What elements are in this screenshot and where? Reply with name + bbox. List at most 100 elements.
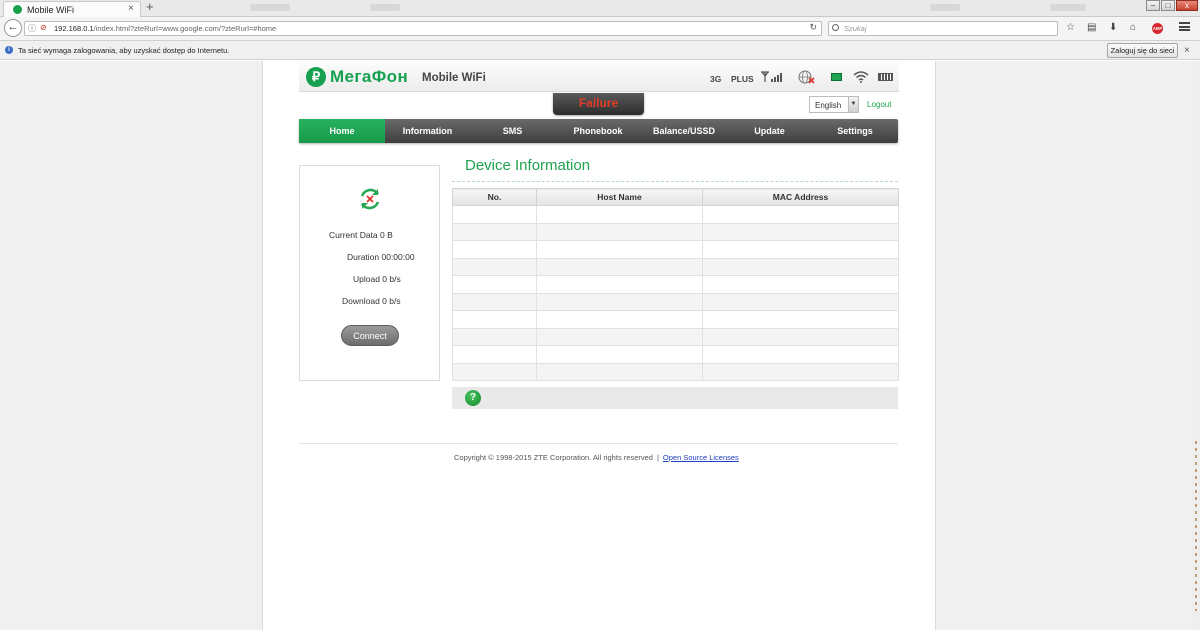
search-input[interactable]: Szukaj	[828, 21, 1058, 36]
no-cell	[452, 257, 537, 276]
url-text[interactable]: 192.168.0.1/index.html?zteRurl=www.googl…	[54, 24, 276, 33]
reload-icon[interactable]: ↻	[809, 22, 817, 33]
no-cell	[452, 240, 537, 259]
mac-address-cell	[702, 345, 899, 364]
brand-logo: МегаФон	[330, 67, 409, 86]
browser-tab[interactable]: Mobile WiFi ×	[3, 1, 141, 17]
current-data-stat: Current Data 0 B	[329, 230, 393, 240]
section-divider	[452, 181, 898, 182]
host-name-cell	[536, 240, 703, 259]
mac-address-cell	[702, 240, 899, 259]
operator-name: PLUS	[731, 74, 754, 84]
blurred-tab[interactable]	[930, 4, 960, 11]
help-icon[interactable]: ?	[465, 390, 481, 406]
upload-stat: Upload 0 b/s	[353, 274, 401, 284]
app-header: ₽ МегаФон Mobile WiFi 3G PLUS	[299, 61, 899, 92]
blurred-tab[interactable]	[1050, 4, 1086, 11]
url-path: /index.html?zteRurl=www.google.com/?zteR…	[93, 24, 277, 33]
table-header-row: No. Host Name MAC Address	[452, 188, 899, 206]
address-bar[interactable]: ⓘ ⊘ 192.168.0.1/index.html?zteRurl=www.g…	[24, 21, 822, 36]
back-button[interactable]: ←	[4, 19, 22, 37]
hamburger-menu-icon[interactable]	[1179, 22, 1190, 31]
bookmarks-list-icon[interactable]: ▤	[1087, 23, 1096, 33]
host-name-cell	[536, 222, 703, 241]
no-cell	[452, 292, 537, 311]
site-info-icon[interactable]: ⓘ	[28, 23, 36, 34]
nav-home[interactable]: Home	[299, 119, 385, 143]
table-row	[452, 205, 899, 224]
maximize-button[interactable]: □	[1161, 0, 1175, 11]
network-type: 3G	[710, 74, 722, 84]
info-icon: i	[5, 46, 13, 54]
notification-text: Ta sieć wymaga zalogowania, aby uzyskać …	[18, 46, 230, 55]
home-icon[interactable]: ⌂	[1130, 23, 1136, 33]
column-header-no: No.	[452, 188, 537, 206]
internet-disconnected-icon	[798, 70, 815, 84]
close-tab-icon[interactable]: ×	[128, 3, 134, 14]
table-row	[452, 327, 899, 346]
mac-address-cell	[702, 292, 899, 311]
host-name-cell	[536, 275, 703, 294]
mac-address-cell	[702, 222, 899, 241]
table-row	[452, 292, 899, 311]
nav-balance-ussd[interactable]: Balance/USSD	[641, 119, 727, 143]
chevron-down-icon[interactable]: ▼	[848, 97, 858, 112]
download-stat: Download 0 b/s	[342, 296, 401, 306]
connect-button[interactable]: Connect	[341, 325, 399, 346]
nav-settings[interactable]: Settings	[812, 119, 898, 143]
browser-toolbar: ← ⓘ ⊘ 192.168.0.1/index.html?zteRurl=www…	[0, 17, 1200, 41]
column-header-mac-address: MAC Address	[702, 188, 899, 206]
mac-address-cell	[702, 362, 899, 381]
no-cell	[452, 310, 537, 329]
bookmark-star-icon[interactable]: ☆	[1066, 23, 1075, 33]
wifi-icon	[853, 71, 869, 83]
table-row	[452, 222, 899, 241]
mac-address-cell	[702, 257, 899, 276]
footer-separator: |	[656, 453, 659, 462]
connection-status-panel: Current Data 0 B Duration 00:00:00 Uploa…	[299, 165, 440, 381]
host-name-cell	[536, 327, 703, 346]
nav-information[interactable]: Information	[385, 119, 470, 143]
no-cell	[452, 205, 537, 224]
new-tab-button[interactable]: +	[146, 0, 154, 14]
nav-update[interactable]: Update	[727, 119, 812, 143]
footer-divider	[299, 443, 898, 444]
nav-phonebook[interactable]: Phonebook	[555, 119, 641, 143]
browser-tab-strip: Mobile WiFi × + – □ x	[0, 0, 1200, 17]
close-window-button[interactable]: x	[1176, 0, 1198, 11]
close-notification-icon[interactable]: ×	[1184, 45, 1190, 56]
no-cell	[452, 345, 537, 364]
nav-sms[interactable]: SMS	[470, 119, 555, 143]
column-header-host-name: Host Name	[536, 188, 703, 206]
table-row	[452, 310, 899, 329]
table-row	[452, 362, 899, 381]
url-host: 192.168.0.1	[54, 24, 94, 33]
language-select[interactable]: English ▼	[809, 96, 859, 113]
host-name-cell	[536, 205, 703, 224]
minimize-button[interactable]: –	[1146, 0, 1160, 11]
adblock-icon[interactable]: ABP	[1152, 23, 1163, 34]
product-name: Mobile WiFi	[422, 72, 486, 84]
downloads-icon[interactable]: ⬇	[1109, 23, 1117, 33]
mac-address-cell	[702, 205, 899, 224]
megafon-logo-icon: ₽	[306, 67, 326, 87]
no-cell	[452, 222, 537, 241]
blurred-tab[interactable]	[250, 4, 290, 11]
main-navigation: Home Information SMS Phonebook Balance/U…	[299, 119, 898, 143]
table-row	[452, 240, 899, 259]
logout-link[interactable]: Logout	[867, 100, 891, 109]
help-bar: ?	[452, 387, 898, 409]
blurred-tab[interactable]	[370, 4, 400, 11]
mac-address-cell	[702, 327, 899, 346]
no-cell	[452, 362, 537, 381]
scrollbar-strip[interactable]	[1192, 61, 1200, 630]
window-controls: – □ x	[1145, 0, 1198, 11]
megafon-favicon-icon	[13, 5, 22, 14]
footer: Copyright © 1998-2015 ZTE Corporation. A…	[454, 453, 739, 462]
mac-address-cell	[702, 310, 899, 329]
insecure-connection-icon[interactable]: ⊘	[40, 23, 47, 32]
host-name-cell	[536, 345, 703, 364]
open-source-licenses-link[interactable]: Open Source Licenses	[663, 453, 739, 462]
device-table-body	[452, 205, 899, 381]
network-login-button[interactable]: Zaloguj się do sieci	[1107, 43, 1178, 58]
